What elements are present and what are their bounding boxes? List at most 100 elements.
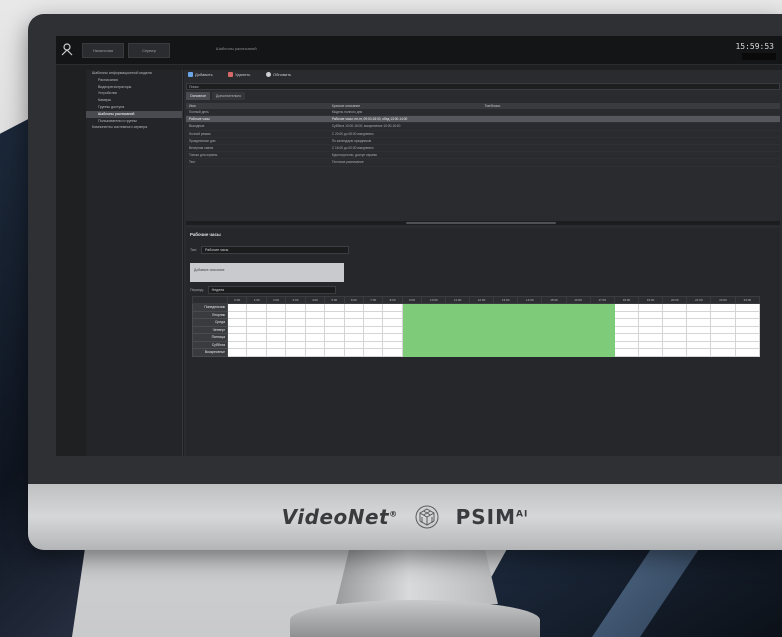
schedule-cell[interactable] bbox=[710, 325, 736, 334]
schedule-cell[interactable] bbox=[304, 340, 326, 349]
schedule-cell[interactable] bbox=[285, 325, 306, 334]
schedule-cell[interactable] bbox=[686, 340, 712, 349]
schedule-cell[interactable] bbox=[421, 325, 447, 334]
schedule-cell[interactable] bbox=[517, 303, 543, 312]
schedule-cell[interactable] bbox=[401, 340, 423, 349]
schedule-cell[interactable] bbox=[445, 333, 470, 342]
schedule-cell[interactable] bbox=[362, 310, 384, 319]
schedule-cell[interactable] bbox=[493, 325, 519, 334]
table-row[interactable]: Рабочие часы Рабочие часы: пн-пт, 09:00-1… bbox=[186, 116, 780, 124]
schedule-cell[interactable] bbox=[710, 333, 736, 342]
schedule-cell[interactable] bbox=[343, 310, 364, 319]
schedule-cell[interactable] bbox=[493, 333, 519, 342]
schedule-cell[interactable] bbox=[324, 325, 345, 334]
schedule-cell[interactable] bbox=[662, 310, 688, 319]
schedule-cell[interactable] bbox=[324, 333, 345, 342]
schedule-cell[interactable] bbox=[421, 303, 447, 312]
table-row[interactable]: Ночной режим С 20:00 до 08:00 ежедневно bbox=[186, 131, 780, 138]
add-button[interactable]: Добавить bbox=[188, 72, 213, 77]
schedule-cell[interactable] bbox=[226, 310, 248, 319]
top-button-server[interactable]: Сервер bbox=[128, 43, 170, 58]
schedule-cell[interactable] bbox=[638, 310, 664, 319]
schedule-cell[interactable] bbox=[565, 318, 591, 327]
schedule-cell[interactable] bbox=[613, 318, 640, 327]
schedule-cell[interactable] bbox=[362, 325, 384, 334]
schedule-cell[interactable] bbox=[445, 348, 470, 357]
schedule-cell[interactable] bbox=[517, 310, 543, 319]
schedule-cell[interactable] bbox=[445, 310, 470, 319]
schedule-cell[interactable] bbox=[613, 303, 640, 312]
schedule-cell[interactable] bbox=[517, 325, 543, 334]
schedule-cell[interactable] bbox=[285, 303, 306, 312]
schedule-cell[interactable] bbox=[662, 318, 688, 327]
schedule-cell[interactable] bbox=[246, 348, 267, 357]
schedule-cell[interactable] bbox=[662, 340, 688, 349]
schedule-cell[interactable] bbox=[445, 340, 470, 349]
schedule-cell[interactable] bbox=[517, 340, 543, 349]
sidebar-item[interactable]: Шаблоны расписаний bbox=[86, 110, 182, 118]
schedule-cell[interactable] bbox=[304, 325, 326, 334]
schedule-cell[interactable] bbox=[710, 340, 736, 349]
schedule-cell[interactable] bbox=[589, 348, 615, 357]
schedule-cell[interactable] bbox=[226, 333, 248, 342]
schedule-cell[interactable] bbox=[343, 325, 364, 334]
schedule-cell[interactable] bbox=[401, 333, 423, 342]
sidebar-item[interactable]: Устройства bbox=[86, 90, 182, 97]
schedule-cell[interactable] bbox=[246, 340, 267, 349]
schedule-cell[interactable] bbox=[686, 348, 712, 357]
schedule-cell[interactable] bbox=[421, 310, 447, 319]
schedule-cell[interactable] bbox=[734, 340, 761, 349]
schedule-cell[interactable] bbox=[468, 333, 495, 342]
schedule-cell[interactable] bbox=[401, 303, 423, 312]
schedule-cell[interactable] bbox=[362, 340, 384, 349]
schedule-cell[interactable] bbox=[285, 318, 306, 327]
schedule-cell[interactable] bbox=[565, 340, 591, 349]
schedule-cell[interactable] bbox=[343, 340, 364, 349]
schedule-cell[interactable] bbox=[285, 348, 306, 357]
schedule-cell[interactable] bbox=[565, 325, 591, 334]
schedule-cell[interactable] bbox=[343, 348, 364, 357]
schedule-cell[interactable] bbox=[285, 333, 306, 342]
schedule-cell[interactable] bbox=[493, 340, 519, 349]
schedule-cell[interactable] bbox=[662, 348, 688, 357]
schedule-cell[interactable] bbox=[517, 318, 543, 327]
schedule-cell[interactable] bbox=[246, 333, 267, 342]
schedule-cell[interactable] bbox=[445, 325, 470, 334]
schedule-cell[interactable] bbox=[343, 318, 364, 327]
splitter-grip[interactable] bbox=[406, 222, 556, 224]
schedule-cell[interactable] bbox=[565, 348, 591, 357]
schedule-cell[interactable] bbox=[246, 318, 267, 327]
schedule-cell[interactable] bbox=[401, 318, 423, 327]
schedule-cell[interactable] bbox=[362, 303, 384, 312]
table-row[interactable]: Праздничные дни По календарю праздников bbox=[186, 138, 780, 145]
schedule-cell[interactable] bbox=[541, 303, 567, 312]
schedule-cell[interactable] bbox=[710, 303, 736, 312]
sidebar-item[interactable]: Видеорегистраторы bbox=[86, 84, 182, 91]
schedule-cell[interactable] bbox=[589, 303, 615, 312]
period-select[interactable]: Неделя bbox=[207, 286, 336, 294]
schedule-cell[interactable] bbox=[662, 325, 688, 334]
schedule-cell[interactable] bbox=[493, 318, 519, 327]
schedule-cell[interactable] bbox=[285, 310, 306, 319]
schedule-cell[interactable] bbox=[613, 333, 640, 342]
schedule-cell[interactable] bbox=[468, 340, 495, 349]
table-row[interactable]: Только для охраны Круглосуточно, доступ о… bbox=[186, 152, 780, 160]
sidebar-item[interactable]: Пользователи и группы bbox=[86, 118, 182, 125]
schedule-cell[interactable] bbox=[734, 325, 761, 334]
schedule-cell[interactable] bbox=[226, 318, 248, 327]
top-button-start[interactable]: Начальная bbox=[82, 43, 124, 58]
schedule-cell[interactable] bbox=[324, 318, 345, 327]
schedule-cell[interactable] bbox=[589, 333, 615, 342]
schedule-cell[interactable] bbox=[541, 340, 567, 349]
schedule-cell[interactable] bbox=[401, 325, 423, 334]
schedule-cell[interactable] bbox=[517, 348, 543, 357]
schedule-cell[interactable] bbox=[226, 348, 248, 357]
schedule-cell[interactable] bbox=[343, 333, 364, 342]
schedule-cell[interactable] bbox=[265, 348, 287, 357]
schedule-cell[interactable] bbox=[382, 310, 403, 319]
schedule-cell[interactable] bbox=[613, 348, 640, 357]
schedule-cell[interactable] bbox=[304, 303, 326, 312]
schedule-cell[interactable] bbox=[589, 340, 615, 349]
schedule-cell[interactable] bbox=[638, 340, 664, 349]
type-select[interactable]: Рабочие часы bbox=[201, 246, 349, 254]
